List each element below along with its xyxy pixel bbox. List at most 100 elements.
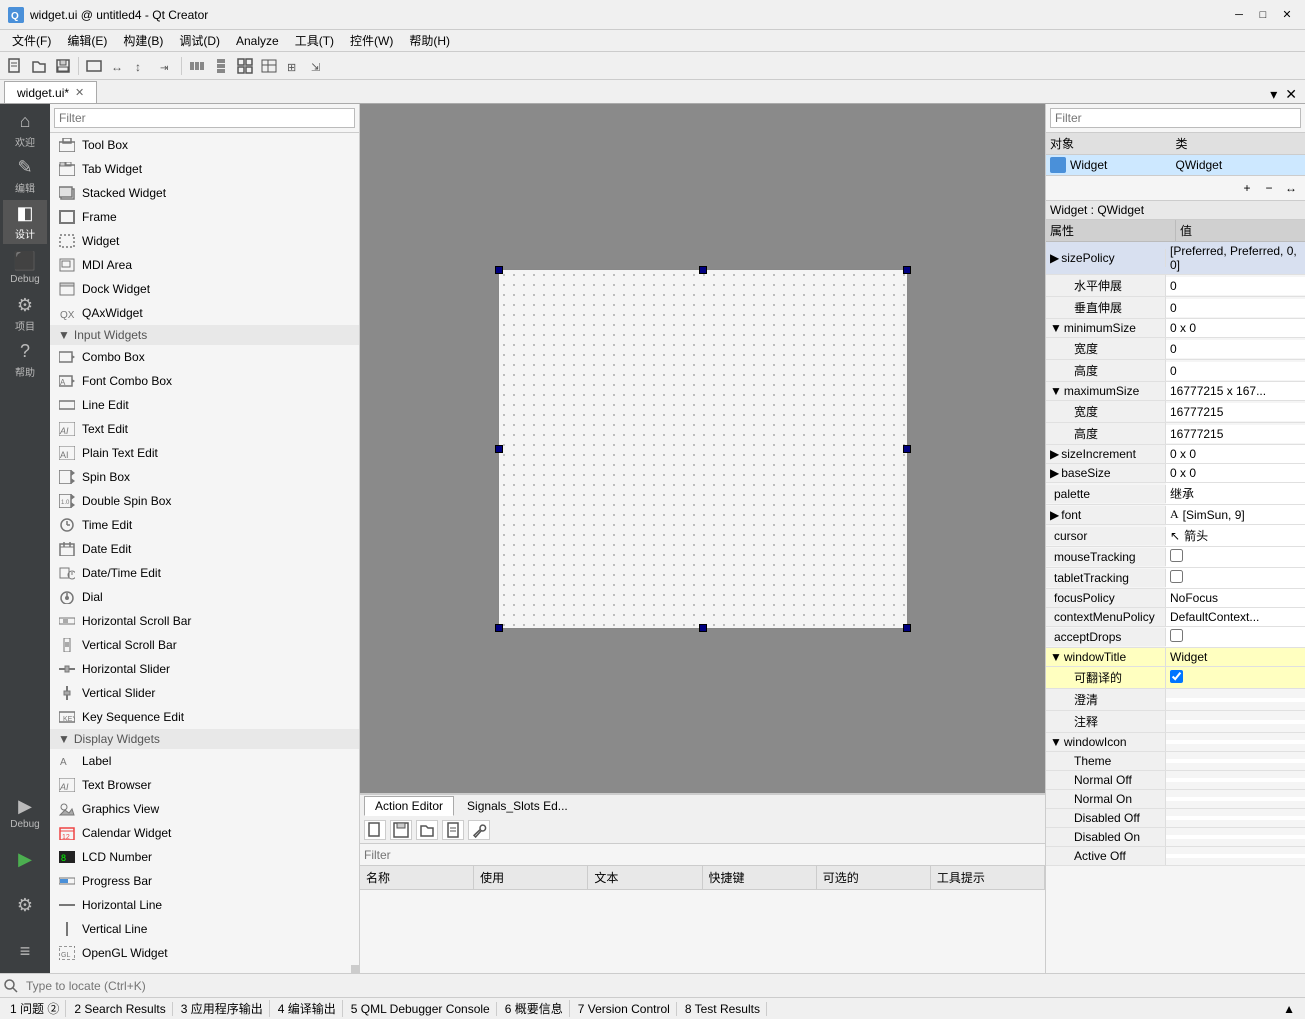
activity-edit[interactable]: ✎ 编辑 xyxy=(3,154,47,198)
action-new-button[interactable] xyxy=(364,820,386,840)
widget-item-textedit[interactable]: AI Text Edit xyxy=(50,417,359,441)
tablettracking-val[interactable] xyxy=(1166,568,1305,588)
maximize-button[interactable]: □ xyxy=(1253,5,1273,25)
toolbar-open[interactable] xyxy=(28,55,50,77)
toolbar-layout-form[interactable] xyxy=(258,55,280,77)
windowicon-label-wrap[interactable]: ▼ windowIcon xyxy=(1046,733,1166,751)
canvas-container[interactable] xyxy=(360,104,1045,793)
menu-help[interactable]: 帮助(H) xyxy=(401,30,458,51)
acceptdrops-val[interactable] xyxy=(1166,627,1305,647)
prop-resize-button[interactable]: ↔ xyxy=(1281,178,1301,198)
widget-item-keyseq[interactable]: KEY Key Sequence Edit xyxy=(50,705,359,729)
widget-item-vslider[interactable]: Vertical Slider xyxy=(50,681,359,705)
tab-signals-slots[interactable]: Signals_Slots Ed... xyxy=(456,796,579,816)
sizeinc-label-wrap[interactable]: ▶ sizeIncrement xyxy=(1046,445,1166,463)
cursor-val[interactable]: ↖ 箭头 xyxy=(1166,525,1305,546)
mousetracking-val[interactable] xyxy=(1166,547,1305,567)
status-vcs[interactable]: 7 Version Control xyxy=(572,1002,677,1016)
status-appoutput[interactable]: 3 应用程序输出 xyxy=(175,1000,270,1017)
widget-item-tab[interactable]: Tab Widget xyxy=(50,157,359,181)
translatable-val[interactable] xyxy=(1166,668,1305,688)
activity-settings[interactable]: ⚙ xyxy=(3,883,47,927)
tablettracking-checkbox[interactable] xyxy=(1170,570,1183,583)
comment-val[interactable] xyxy=(1166,720,1305,724)
minheight-val[interactable]: 0 xyxy=(1166,362,1305,380)
widget-item-fontcombo[interactable]: A Font Combo Box xyxy=(50,369,359,393)
translatable-checkbox[interactable] xyxy=(1170,670,1183,683)
handle-br[interactable] xyxy=(903,624,911,632)
object-filter-input[interactable] xyxy=(1050,108,1301,128)
action-filter-input[interactable] xyxy=(364,848,1041,862)
tab-menu-button[interactable]: ▾ xyxy=(1266,86,1281,103)
maxwidth-val[interactable]: 16777215 xyxy=(1166,403,1305,421)
normalon-val[interactable] xyxy=(1166,797,1305,801)
action-save-button[interactable] xyxy=(390,820,412,840)
status-overview[interactable]: 6 概要信息 xyxy=(499,1000,570,1017)
basesize-label-wrap[interactable]: ▶ baseSize xyxy=(1046,464,1166,482)
status-compile[interactable]: 4 编译输出 xyxy=(272,1000,343,1017)
widget-item-frame[interactable]: Frame xyxy=(50,205,359,229)
toolbar-new[interactable] xyxy=(4,55,26,77)
widget-item-graphicsview[interactable]: Graphics View xyxy=(50,797,359,821)
widget-item-lineedit[interactable]: Line Edit xyxy=(50,393,359,417)
widget-item-calendar[interactable]: 12 Calendar Widget xyxy=(50,821,359,845)
widget-item-lcdnumber[interactable]: 8 LCD Number xyxy=(50,845,359,869)
widget-item-qax[interactable]: QX QAxWidget xyxy=(50,301,359,325)
handle-bl[interactable] xyxy=(495,624,503,632)
minimize-button[interactable]: ─ xyxy=(1229,5,1249,25)
widget-item-progressbar[interactable]: Progress Bar xyxy=(50,869,359,893)
widget-item-doublespinbox[interactable]: 1.0 Double Spin Box xyxy=(50,489,359,513)
handle-mr[interactable] xyxy=(903,445,911,453)
minsize-label-wrap[interactable]: ▼ minimumSize xyxy=(1046,319,1166,337)
widget-item-stacked[interactable]: Stacked Widget xyxy=(50,181,359,205)
font-val[interactable]: A [SimSun, 9] xyxy=(1166,505,1305,524)
widget-item-vscroll[interactable]: Vertical Scroll Bar xyxy=(50,633,359,657)
windowtitle-val[interactable]: Widget xyxy=(1166,648,1305,666)
menu-tools[interactable]: 工具(T) xyxy=(287,30,342,51)
tab-widget-ui[interactable]: widget.ui* ✕ xyxy=(4,81,97,103)
widget-item-mdi[interactable]: MDI Area xyxy=(50,253,359,277)
menu-build[interactable]: 构建(B) xyxy=(115,30,171,51)
toolbar-buddy[interactable]: ↕ xyxy=(131,55,153,77)
menu-analyze[interactable]: Analyze xyxy=(228,32,287,50)
canvas-widget[interactable] xyxy=(498,269,908,629)
widget-item-widget[interactable]: Widget xyxy=(50,229,359,253)
tab-close-button[interactable]: ✕ xyxy=(75,86,84,99)
palette-val[interactable]: 继承 xyxy=(1166,483,1305,504)
activity-projects[interactable]: ⚙ 项目 xyxy=(3,292,47,336)
acceptdrops-checkbox[interactable] xyxy=(1170,629,1183,642)
activity-welcome[interactable]: ⌂ 欢迎 xyxy=(3,108,47,152)
toolbar-tab-order[interactable]: ⇥ xyxy=(155,55,177,77)
object-row-widget[interactable]: Widget QWidget xyxy=(1046,155,1305,175)
widget-item-datetimeedit[interactable]: Date/Time Edit xyxy=(50,561,359,585)
clarify-val[interactable] xyxy=(1166,698,1305,702)
handle-ml[interactable] xyxy=(495,445,503,453)
widget-item-toolbox[interactable]: Tool Box xyxy=(50,133,359,157)
menu-controls[interactable]: 控件(W) xyxy=(342,30,401,51)
widget-item-timeedit[interactable]: Time Edit xyxy=(50,513,359,537)
disabledoff-val[interactable] xyxy=(1166,816,1305,820)
mousetracking-checkbox[interactable] xyxy=(1170,549,1183,562)
status-test[interactable]: 8 Test Results xyxy=(679,1002,767,1016)
prop-add-button[interactable]: + xyxy=(1237,178,1257,198)
tab-action-editor[interactable]: Action Editor xyxy=(364,796,454,816)
status-qml[interactable]: 5 QML Debugger Console xyxy=(345,1002,497,1016)
status-expand[interactable]: ▲ xyxy=(1277,1002,1301,1016)
sizepolicy-expand-arrow[interactable]: ▶ sizePolicy xyxy=(1046,249,1166,267)
widget-item-hscroll[interactable]: Horizontal Scroll Bar xyxy=(50,609,359,633)
widget-item-plaintextedit[interactable]: AI Plain Text Edit xyxy=(50,441,359,465)
activity-extra[interactable]: ≡ xyxy=(3,929,47,973)
widget-item-dateedit[interactable]: Date Edit xyxy=(50,537,359,561)
minwidth-val[interactable]: 0 xyxy=(1166,340,1305,358)
activity-help[interactable]: ? 帮助 xyxy=(3,338,47,382)
toolbar-save[interactable] xyxy=(52,55,74,77)
windowicon-val[interactable] xyxy=(1166,740,1305,744)
widget-item-combo[interactable]: Combo Box xyxy=(50,345,359,369)
widget-item-textbrowser[interactable]: AI Text Browser xyxy=(50,773,359,797)
toolbar-break-layout[interactable]: ⊞ xyxy=(282,55,304,77)
vstretch-val[interactable]: 0 xyxy=(1166,299,1305,317)
menu-edit[interactable]: 编辑(E) xyxy=(59,30,115,51)
hstretch-val[interactable]: 0 xyxy=(1166,277,1305,295)
maxsize-label-wrap[interactable]: ▼ maximumSize xyxy=(1046,382,1166,400)
widget-item-dock[interactable]: Dock Widget xyxy=(50,277,359,301)
